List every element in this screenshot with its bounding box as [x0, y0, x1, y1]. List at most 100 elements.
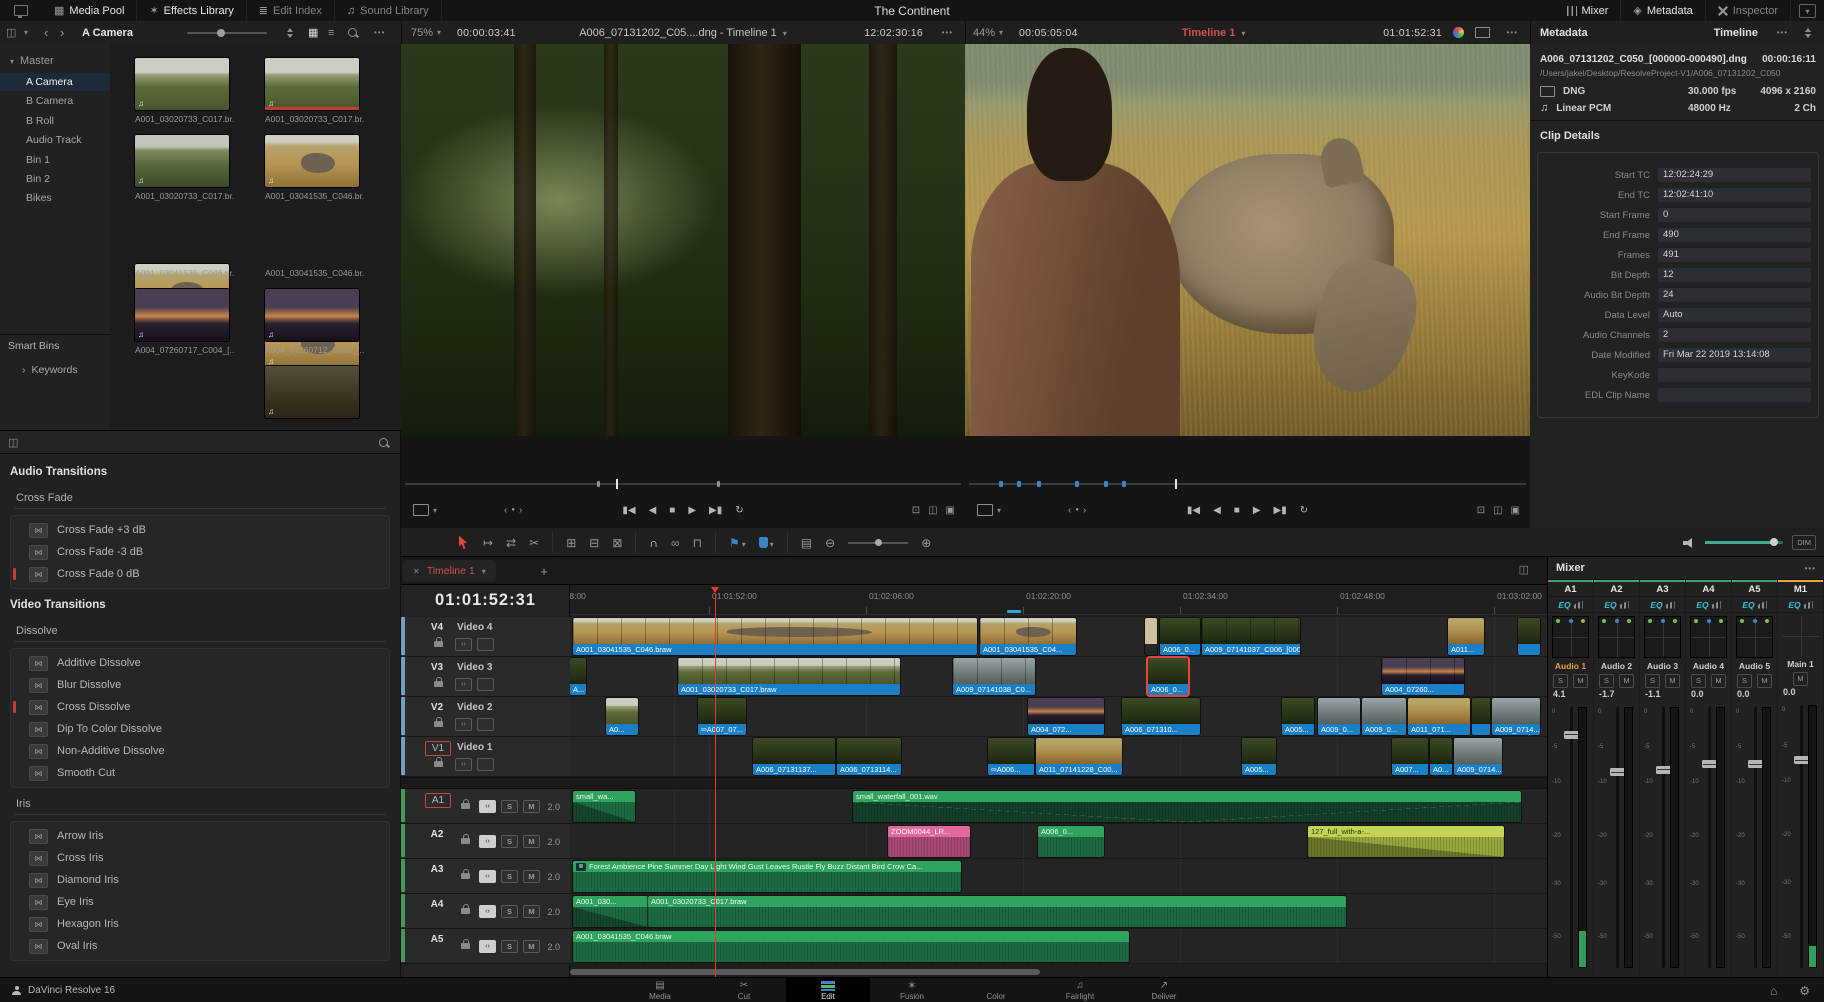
media-clip-thumbnail[interactable]: ♫ [135, 289, 229, 341]
go-to-first-frame-button[interactable]: ▮◀ [622, 505, 635, 516]
project-manager-icon[interactable]: ⌂ [1770, 984, 1777, 998]
sidebar-bin-bin-1[interactable]: Bin 1 [0, 151, 110, 169]
sidebar-keywords[interactable]: › Keywords [0, 361, 110, 379]
eq-button[interactable]: EQ [1594, 596, 1639, 613]
effect-item[interactable]: Eye Iris [11, 891, 389, 913]
audio-track-lane-A4[interactable]: A001_030... A001_03020733_C017.braw [570, 894, 1547, 929]
bin-forward-icon[interactable] [60, 21, 64, 44]
track-select-A1[interactable]: A1 [425, 793, 451, 808]
effect-item[interactable]: Dip To Color Dissolve [11, 718, 389, 740]
timeline-scrollbar[interactable] [570, 969, 1040, 975]
timeline-clip[interactable]: A009_0... [1362, 698, 1406, 735]
track-header-A2[interactable]: A2 ‹› S M 2.0 [401, 824, 570, 859]
clip-view-icon[interactable] [6, 21, 16, 44]
match-frame-icon[interactable]: ◫ [1493, 505, 1502, 516]
pan-pad[interactable] [1782, 616, 1819, 656]
bin-back-icon[interactable] [44, 21, 48, 44]
dim-button[interactable]: DIM [1792, 535, 1816, 550]
loop-range-icon[interactable]: ⊡ [1477, 505, 1485, 516]
timeline-audio-clip[interactable]: ZOOM0044_LR... [888, 826, 970, 857]
topbar-button-mixer[interactable]: Mixer [1555, 0, 1622, 21]
mixer-options-icon[interactable] [1805, 562, 1816, 574]
page-tab-cut[interactable]: ✂ Cut [702, 978, 786, 1002]
page-tab-media[interactable]: ▤ Media [618, 978, 702, 1002]
timeline-marker[interactable] [1007, 610, 1021, 613]
timeline-clip[interactable]: A0... [1430, 738, 1452, 775]
auto-select-icon[interactable]: ‹› [455, 638, 472, 651]
step-back-icon[interactable]: ‹ [504, 505, 507, 516]
timeline-clip[interactable]: A001_03041535_C046.braw [573, 618, 977, 655]
razor-edit-mode-tool[interactable]: ✂ [529, 536, 539, 550]
view-dropdown-icon[interactable] [24, 21, 28, 44]
effect-item[interactable]: Non-Additive Dissolve [11, 740, 389, 762]
eq-button[interactable]: EQ [1686, 596, 1731, 613]
sidebar-bin-a-camera[interactable]: A Camera [0, 73, 110, 91]
mute-button[interactable]: M [523, 835, 540, 848]
play-reverse-button[interactable]: ◀ [1213, 505, 1221, 516]
step-back-icon[interactable]: ‹ [1068, 505, 1071, 516]
overwrite-clip-button[interactable]: ⊟ [589, 536, 599, 550]
sidebar-bin-audio-track[interactable]: Audio Track [0, 131, 110, 149]
pan-pad[interactable] [1690, 616, 1727, 658]
timeline-audio-clip[interactable]: A001_03020733_C017.braw [648, 896, 1346, 927]
timeline-audio-clip[interactable]: small_waterfall_001.wav [853, 791, 1521, 822]
loop-button[interactable]: ↻ [1300, 505, 1308, 516]
timeline-audio-clip[interactable]: A006_0... [1038, 826, 1104, 857]
effect-item[interactable]: Oval Iris [11, 935, 389, 957]
timeline-clip[interactable]: A0... [606, 698, 638, 735]
video-track-lane-V4[interactable]: A001_03041535_C046.braw A001_03041535_C04… [570, 617, 1547, 657]
topbar-button-effects-library[interactable]: Effects Library [137, 0, 247, 21]
media-clip-thumbnail[interactable]: ♫ [135, 58, 229, 110]
source-zoom-level[interactable]: 75% [411, 21, 433, 44]
flag-button[interactable]: ⚑ [729, 536, 746, 550]
clip-enable-icon[interactable] [477, 718, 494, 731]
lock-track-icon[interactable] [434, 757, 443, 768]
field-value[interactable]: Fri Mar 22 2019 13:14:08 [1658, 348, 1811, 362]
source-clip-title[interactable]: A006_07131202_C05....dng - Timeline 1 [579, 21, 787, 44]
media-clip-thumbnail[interactable]: ♫ [265, 58, 359, 110]
position-lock-toggle[interactable]: ⊓ [693, 536, 702, 550]
mixer-strip-A4[interactable]: A4 EQ Audio 4 S M 0.0 0 -5 -10 -20 -30 -50 [1686, 580, 1732, 977]
timeline-clip[interactable]: A009_07141038_C0... [953, 658, 1035, 695]
media-clip-thumbnail[interactable]: ♫ [135, 135, 229, 187]
timeline-zoom-in-button[interactable]: ⊕ [921, 536, 931, 550]
fullscreen-icon[interactable]: ▣ [946, 505, 955, 516]
snapping-toggle[interactable]: ∩ [649, 536, 658, 550]
channel-fader[interactable]: 0 -5 -10 -20 -30 -50 [1735, 704, 1774, 972]
media-pool-options-icon[interactable] [374, 21, 385, 44]
timeline-clip[interactable]: A009_07141037_C006_[0000... [1202, 618, 1300, 655]
channel-fader[interactable]: 0 -5 -10 -20 -30 -50 [1689, 704, 1728, 972]
field-value[interactable]: 490 [1658, 228, 1811, 242]
timeline-zoom-slider[interactable] [848, 538, 909, 546]
media-clip-thumbnail[interactable]: ♫ [265, 289, 359, 341]
tab-dropdown-icon[interactable] [482, 565, 486, 577]
monitor-volume-slider[interactable] [1705, 538, 1784, 546]
lock-track-icon[interactable] [461, 799, 470, 810]
lock-track-icon[interactable] [461, 834, 470, 845]
field-value[interactable]: 2 [1658, 328, 1811, 342]
solo-button[interactable]: S [501, 870, 518, 883]
lock-track-icon[interactable] [461, 869, 470, 880]
topbar-button-media-pool[interactable]: Media Pool [42, 0, 138, 21]
effect-item[interactable]: Arrow Iris [11, 825, 389, 847]
pan-pad[interactable] [1598, 616, 1635, 658]
track-header-A1[interactable]: A1 ‹› S M 2.0 [401, 789, 570, 824]
timeline-clip[interactable]: A... [570, 658, 586, 695]
video-track-lane-V1[interactable]: A006_07131137... A006_0713114... A006... A0… [570, 737, 1547, 777]
dynamic-trim-mode-tool[interactable]: ⇄ [506, 536, 516, 550]
timeline-clip[interactable]: A011_071... [1408, 698, 1470, 735]
sidebar-bin-bikes[interactable]: Bikes [0, 189, 110, 207]
add-timeline-tab-button[interactable] [533, 560, 555, 582]
audio-track-lane-A1[interactable]: small_wa... small_waterfall_001.wav [570, 789, 1547, 824]
effect-item[interactable]: Cross Fade +3 dB [11, 519, 389, 541]
effect-item[interactable]: Diamond Iris [11, 869, 389, 891]
track-header-V2[interactable]: V2 Video 2 ‹› [401, 697, 570, 737]
audio-track-lane-A3[interactable]: Forest Ambience Pine Summer Day Light Wi… [570, 859, 1547, 894]
timeline-zoom-level[interactable]: 44% [973, 21, 995, 44]
effect-item[interactable]: Blur Dissolve [11, 674, 389, 696]
auto-select-icon[interactable]: ‹› [479, 870, 496, 883]
clip-enable-icon[interactable] [477, 678, 494, 691]
solo-button[interactable]: S [501, 905, 518, 918]
linked-selection-toggle[interactable]: ∞ [671, 536, 680, 550]
clip-enable-icon[interactable] [477, 638, 494, 651]
